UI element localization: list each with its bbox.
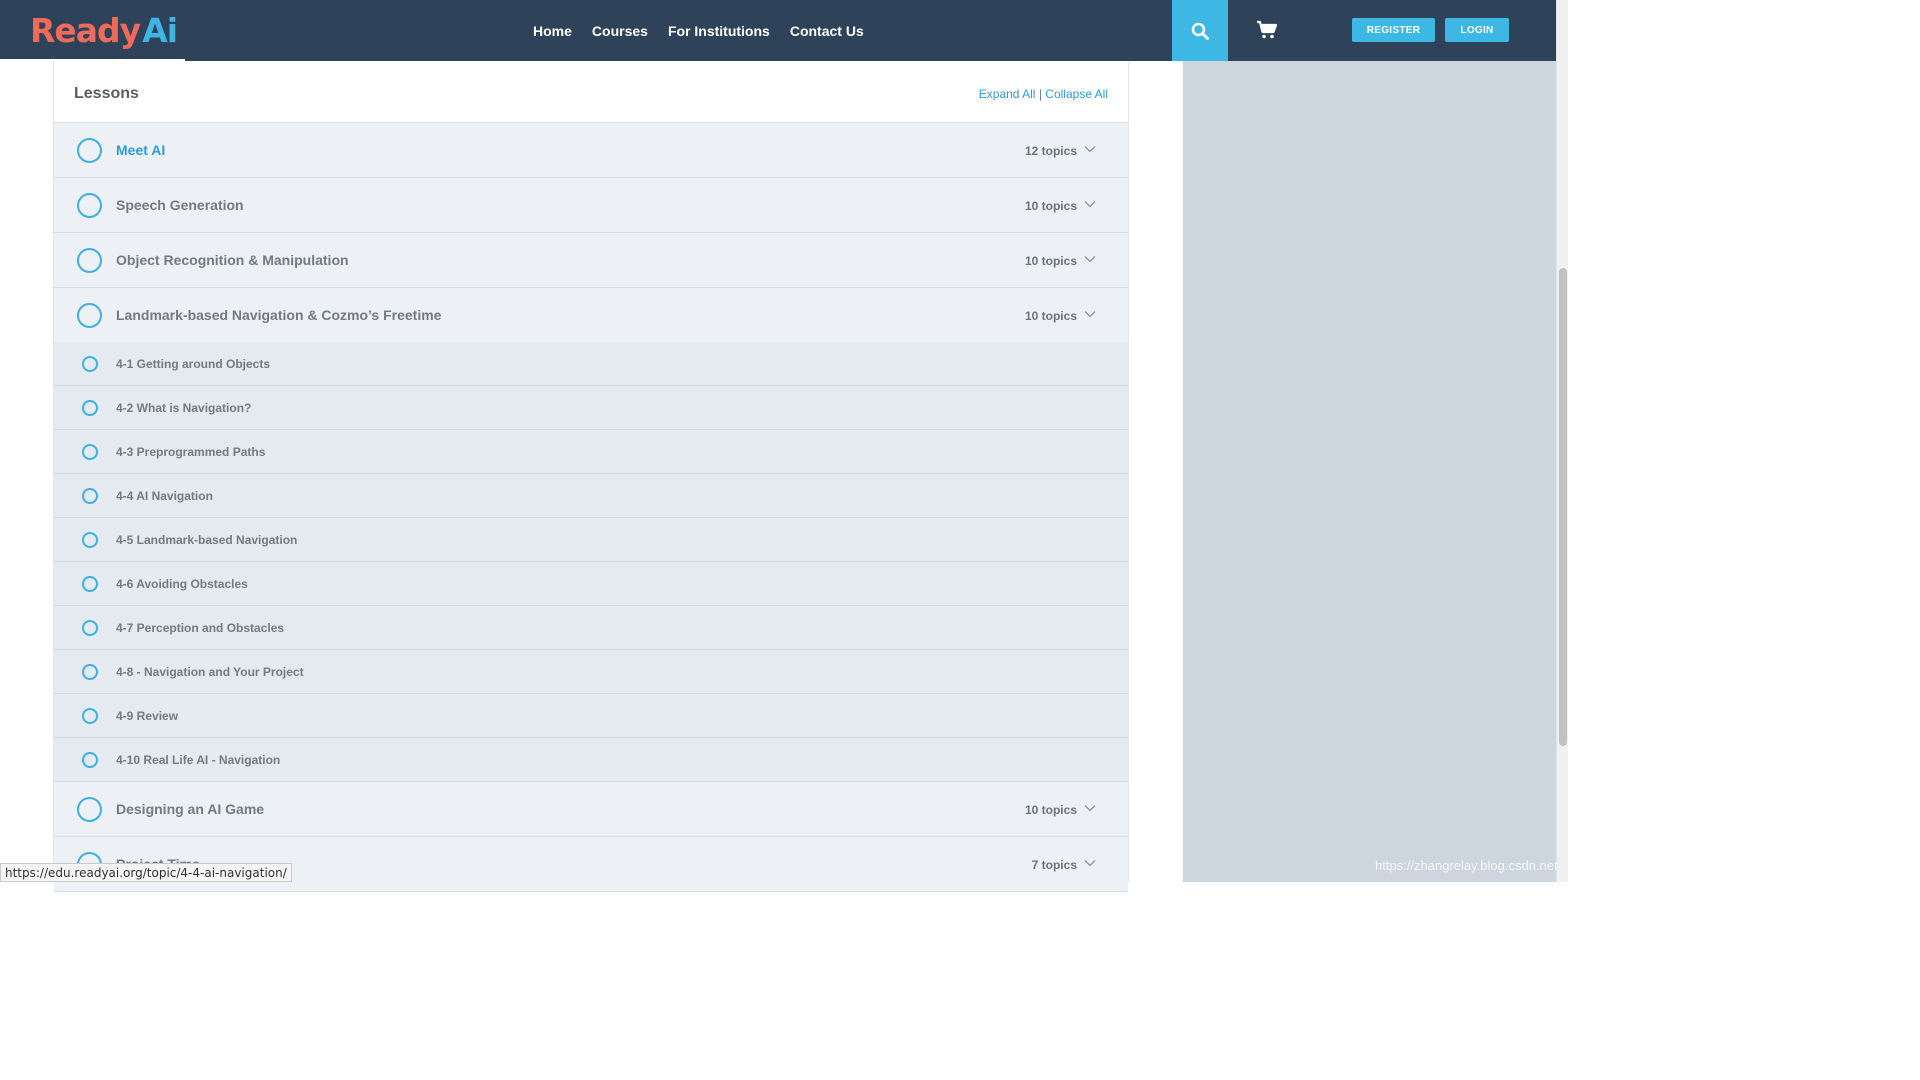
topic-status-icon (82, 752, 98, 768)
register-button[interactable]: REGISTER (1352, 18, 1435, 42)
topic-title[interactable]: 4-7 Perception and Obstacles (116, 621, 284, 635)
topic-row[interactable]: 4-7 Perception and Obstacles (54, 606, 1128, 650)
topic-title[interactable]: 4-8 - Navigation and Your Project (116, 665, 304, 679)
lesson-topic-count: 10 topics (1024, 803, 1077, 817)
lesson-row-meet-ai[interactable]: Meet AI 12 topics (54, 123, 1128, 178)
topic-status-icon (82, 356, 98, 372)
topic-title[interactable]: 4-3 Preprogrammed Paths (116, 445, 265, 459)
chevron-down-icon[interactable] (1084, 253, 1096, 265)
right-sidebar (1183, 61, 1556, 882)
expand-separator: | (1038, 87, 1042, 101)
search-button[interactable] (1172, 0, 1228, 61)
topic-title[interactable]: 4-1 Getting around Objects (116, 357, 270, 371)
lesson-row-object-recognition[interactable]: Object Recognition & Manipulation 10 top… (54, 233, 1128, 288)
browser-status-url: https://edu.readyai.org/topic/4-4-ai-nav… (0, 863, 292, 882)
chevron-down-icon[interactable] (1084, 308, 1096, 320)
main-nav: Home Courses For Institutions Contact Us (533, 0, 884, 61)
topic-status-icon (82, 488, 98, 504)
topic-title[interactable]: 4-9 Review (116, 709, 178, 723)
lesson-topic-count: 12 topics (1024, 144, 1077, 158)
topic-status-icon (82, 532, 98, 548)
nav-courses[interactable]: Courses (592, 23, 648, 39)
topic-title[interactable]: 4-10 Real Life AI - Navigation (116, 753, 280, 767)
topic-row[interactable]: 4-5 Landmark-based Navigation (54, 518, 1128, 562)
topic-status-icon (82, 620, 98, 636)
scrollbar-thumb[interactable] (1559, 268, 1567, 746)
topic-status-icon (82, 664, 98, 680)
topic-row[interactable]: 4-4 AI Navigation (54, 474, 1128, 518)
lesson-status-icon (77, 797, 102, 822)
lesson-status-icon (77, 303, 102, 328)
topic-row[interactable]: 4-2 What is Navigation? (54, 386, 1128, 430)
logo-ready-text: Ready (30, 10, 141, 50)
chevron-down-icon[interactable] (1084, 143, 1096, 155)
topic-row[interactable]: 4-6 Avoiding Obstacles (54, 562, 1128, 606)
lesson-title[interactable]: Speech Generation (116, 197, 244, 213)
topic-row[interactable]: 4-3 Preprogrammed Paths (54, 430, 1128, 474)
lesson-status-icon (77, 193, 102, 218)
watermark: https://zhangrelay.blog.csdn.net (1375, 858, 1558, 873)
topic-row[interactable]: 4-8 - Navigation and Your Project (54, 650, 1128, 694)
topic-status-icon (82, 444, 98, 460)
lesson-topic-count: 10 topics (1024, 309, 1077, 323)
lesson-topic-count: 10 topics (1024, 199, 1077, 213)
login-button[interactable]: LOGIN (1445, 18, 1509, 42)
topic-title[interactable]: 4-5 Landmark-based Navigation (116, 533, 297, 547)
topic-row[interactable]: 4-1 Getting around Objects (54, 342, 1128, 386)
readyai-logo[interactable]: Ready Ai (30, 10, 178, 50)
expand-collapse-controls: Expand All | Collapse All (979, 87, 1108, 101)
lesson-status-icon (77, 138, 102, 163)
lesson-row-designing-ai-game[interactable]: Designing an AI Game 10 topics (54, 782, 1128, 837)
lesson-title[interactable]: Meet AI (116, 142, 165, 158)
search-icon (1191, 22, 1209, 40)
lesson-topic-count: 10 topics (1024, 254, 1077, 268)
topic-title[interactable]: 4-6 Avoiding Obstacles (116, 577, 248, 591)
lessons-panel: Lessons Expand All | Collapse All Meet A… (53, 61, 1129, 892)
lesson-row-landmark-navigation[interactable]: Landmark-based Navigation & Cozmo’s Free… (54, 288, 1128, 343)
nav-contact-us[interactable]: Contact Us (790, 23, 864, 39)
expand-all-link[interactable]: Expand All (979, 87, 1036, 101)
lesson-title[interactable]: Object Recognition & Manipulation (116, 252, 349, 268)
page-scrollbar[interactable] (1556, 0, 1568, 882)
chevron-down-icon[interactable] (1084, 198, 1096, 210)
chevron-down-icon[interactable] (1084, 802, 1096, 814)
lessons-header: Lessons Expand All | Collapse All (54, 61, 1128, 123)
top-navbar: Ready Ai Home Courses For Institutions Co… (0, 0, 1556, 61)
lesson-title[interactable]: Designing an AI Game (116, 801, 264, 817)
chevron-down-icon[interactable] (1084, 857, 1096, 869)
lesson-title[interactable]: Landmark-based Navigation & Cozmo’s Free… (116, 307, 441, 323)
topic-status-icon (82, 708, 98, 724)
topic-status-icon (82, 576, 98, 592)
topic-status-icon (82, 400, 98, 416)
lessons-title: Lessons (74, 85, 139, 102)
lesson-status-icon (77, 248, 102, 273)
topic-title[interactable]: 4-4 AI Navigation (116, 489, 213, 503)
logo-ai-text: Ai (142, 10, 178, 50)
nav-home[interactable]: Home (533, 23, 572, 39)
lesson-topic-count: 7 topics (1031, 858, 1077, 872)
topic-row[interactable]: 4-10 Real Life AI - Navigation (54, 738, 1128, 782)
nav-for-institutions[interactable]: For Institutions (668, 23, 770, 39)
collapse-all-link[interactable]: Collapse All (1045, 87, 1108, 101)
cart-icon[interactable] (1256, 20, 1278, 40)
lesson-row-speech-generation[interactable]: Speech Generation 10 topics (54, 178, 1128, 233)
topic-row[interactable]: 4-9 Review (54, 694, 1128, 738)
topic-title[interactable]: 4-2 What is Navigation? (116, 401, 251, 415)
